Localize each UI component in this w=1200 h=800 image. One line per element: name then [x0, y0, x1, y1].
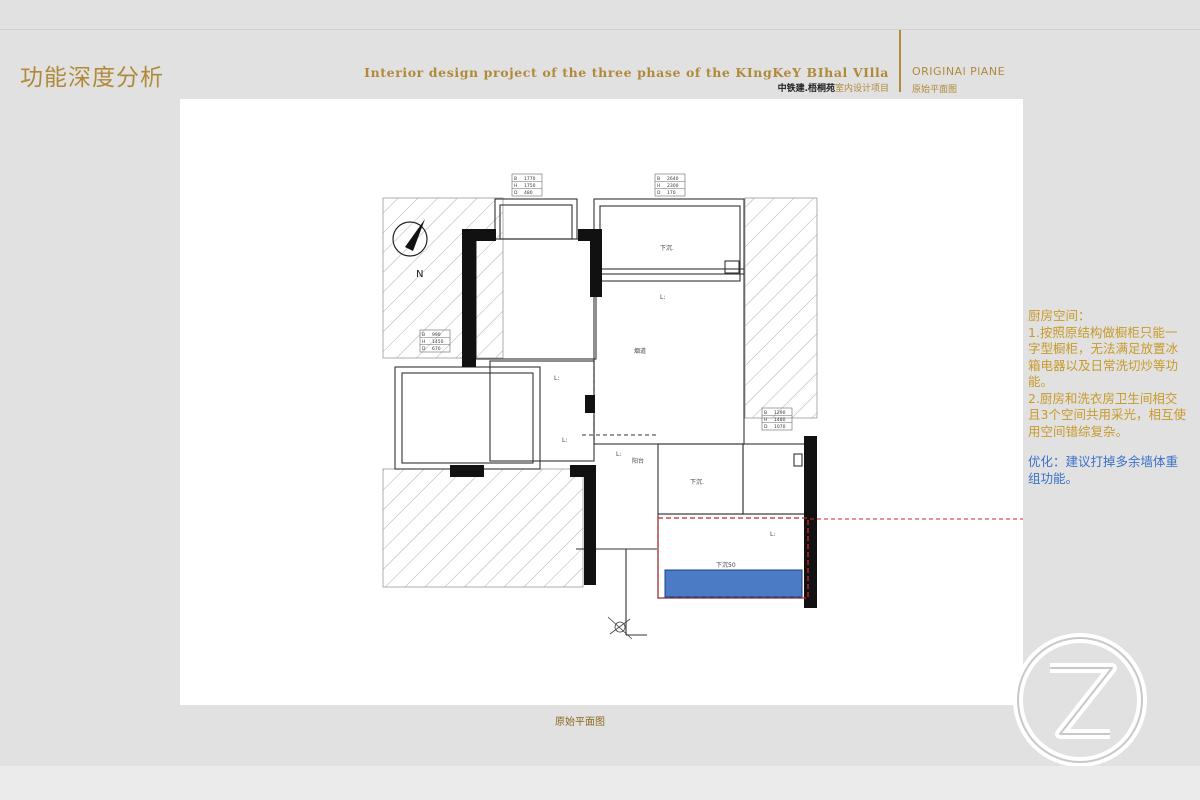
- notes-item-2: 2.厨房和洗衣房卫生间相交且3个空间共用采光，相互使用空间错综复杂。: [1028, 390, 1186, 439]
- svg-text:1290: 1290: [774, 410, 786, 416]
- svg-text:D: D: [514, 190, 518, 196]
- svg-text:1070: 1070: [774, 424, 786, 430]
- svg-text:2300: 2300: [667, 183, 679, 189]
- svg-text:B: B: [657, 176, 660, 182]
- window-tag-1: B 1770 H 1750 D 480: [511, 173, 543, 197]
- svg-text:1770: 1770: [524, 176, 536, 182]
- svg-text:D: D: [764, 424, 768, 430]
- north-label: N: [416, 269, 423, 280]
- svg-text:2640: 2640: [667, 176, 679, 182]
- project-title-cn: 中铁建.梧桐苑室内设计项目: [778, 81, 889, 94]
- floor-plan-drawing: N B 1770 H 1750 D 480 B 2640 H 2300 D 17…: [382, 173, 1023, 640]
- kitchen-notes: 厨房空间： 1.按照原结构做橱柜只能一字型橱柜，无法满足放置冰箱电器以及日常洗切…: [1028, 308, 1188, 487]
- page-title: 功能深度分析: [20, 65, 164, 91]
- header-divider: [899, 30, 901, 92]
- svg-text:990: 990: [432, 332, 441, 338]
- room-label-l5: L:: [660, 294, 665, 301]
- notes-optimization: 优化：建议打掉多余墙体重组功能。: [1028, 454, 1179, 486]
- room-label-down-2: 下沉.: [690, 478, 704, 486]
- room-label-down-50: 下沉50: [716, 561, 736, 569]
- svg-text:1480: 1480: [774, 417, 786, 423]
- hatched-zone-left-top: [382, 197, 504, 359]
- project-name-cn: 中铁建.梧桐苑: [777, 84, 835, 94]
- room-label-balcony: 阳台: [632, 457, 644, 465]
- notes-item-1: 1.按照原结构做橱柜只能一字型橱柜，无法满足放置冰箱电器以及日常洗切炒等功能。: [1028, 324, 1179, 390]
- circle-z-logo-icon: [1010, 630, 1150, 774]
- room-label-l1: L:: [554, 375, 559, 382]
- notes-heading: 厨房空间：: [1028, 308, 1091, 323]
- svg-text:B: B: [514, 176, 517, 182]
- kitchen-fill-zone: [664, 569, 803, 598]
- room-label-l2: L:: [562, 437, 567, 444]
- hatched-zone-left-bottom: [382, 468, 584, 588]
- svg-text:1750: 1750: [524, 183, 536, 189]
- svg-text:B: B: [422, 332, 425, 338]
- svg-text:D: D: [657, 190, 661, 196]
- window-tag-2: B 2640 H 2300 D 170: [654, 173, 686, 197]
- project-subtitle-cn: 室内设计项目: [834, 84, 889, 94]
- floor-plan-card: N B 1770 H 1750 D 480 B 2640 H 2300 D 17…: [180, 99, 1023, 705]
- plan-caption: 原始平面图: [555, 717, 605, 728]
- room-label-down-1: 下沉.: [660, 244, 674, 252]
- person-figure-icon: [607, 616, 633, 640]
- room-label-l4: L:: [770, 531, 775, 538]
- section-title-cn: 原始平面图: [912, 85, 958, 95]
- svg-text:480: 480: [524, 190, 533, 196]
- svg-text:170: 170: [667, 190, 676, 196]
- svg-text:670: 670: [432, 346, 441, 352]
- svg-text:D: D: [422, 346, 426, 352]
- svg-text:1450: 1450: [432, 339, 444, 345]
- room-label-flue: 烟道: [634, 347, 646, 355]
- svg-text:H: H: [657, 183, 660, 189]
- room-label-l3: L:: [616, 451, 621, 458]
- svg-text:B: B: [764, 410, 767, 416]
- svg-text:H: H: [764, 417, 767, 423]
- hatched-zone-right: [744, 197, 818, 419]
- svg-text:H: H: [422, 339, 425, 345]
- svg-text:H: H: [514, 183, 517, 189]
- header-rule: [0, 29, 1200, 30]
- section-title-en: ORIGINAl PlANE: [912, 65, 1006, 78]
- project-title-en: Interior design project of the three pha…: [364, 65, 889, 80]
- footer-strip: [0, 766, 1200, 800]
